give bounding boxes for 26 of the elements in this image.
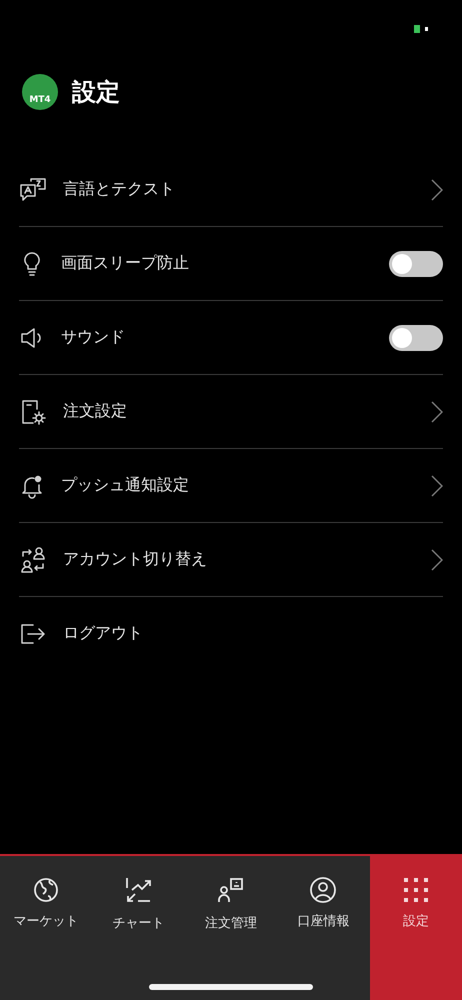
battery-icon [414, 24, 430, 34]
globe-icon [32, 876, 60, 904]
tab-bar-item[interactable]: 注文管理 [184, 856, 278, 1000]
translate-icon [19, 176, 47, 202]
setting-label[interactable]: ログアウト [63, 623, 245, 644]
user-circle-icon [309, 876, 338, 904]
tab-bar-item[interactable]: チャート [92, 856, 185, 1000]
switch-account-icon [19, 546, 47, 574]
setting-label[interactable]: サウンド [61, 327, 373, 348]
tab-bar-item[interactable]: 口座情報 [277, 856, 370, 1000]
setting-label[interactable]: プッシュ通知設定 [61, 475, 415, 496]
toggle-switch[interactable] [389, 324, 443, 350]
app-logo: MT4 [22, 74, 58, 110]
setting-label[interactable]: アカウント切り替え [63, 549, 415, 570]
chevron-icon[interactable] [431, 178, 443, 200]
chevron-icon[interactable] [431, 548, 443, 570]
setting-label[interactable]: 注文設定 [63, 401, 415, 422]
setting-label[interactable]: 言語とテクスト [63, 179, 415, 200]
chevron-icon[interactable] [431, 400, 443, 422]
setting-label[interactable]: 画面スリープ防止 [61, 253, 373, 274]
page-title: 設定 [72, 77, 120, 108]
grid-icon [402, 876, 430, 904]
tab-bar-item[interactable]: マーケット [0, 856, 92, 1000]
toggle-switch[interactable] [389, 250, 443, 276]
chevron-icon[interactable] [431, 474, 443, 496]
tab-bar-item[interactable]: 設定 [370, 856, 462, 1000]
